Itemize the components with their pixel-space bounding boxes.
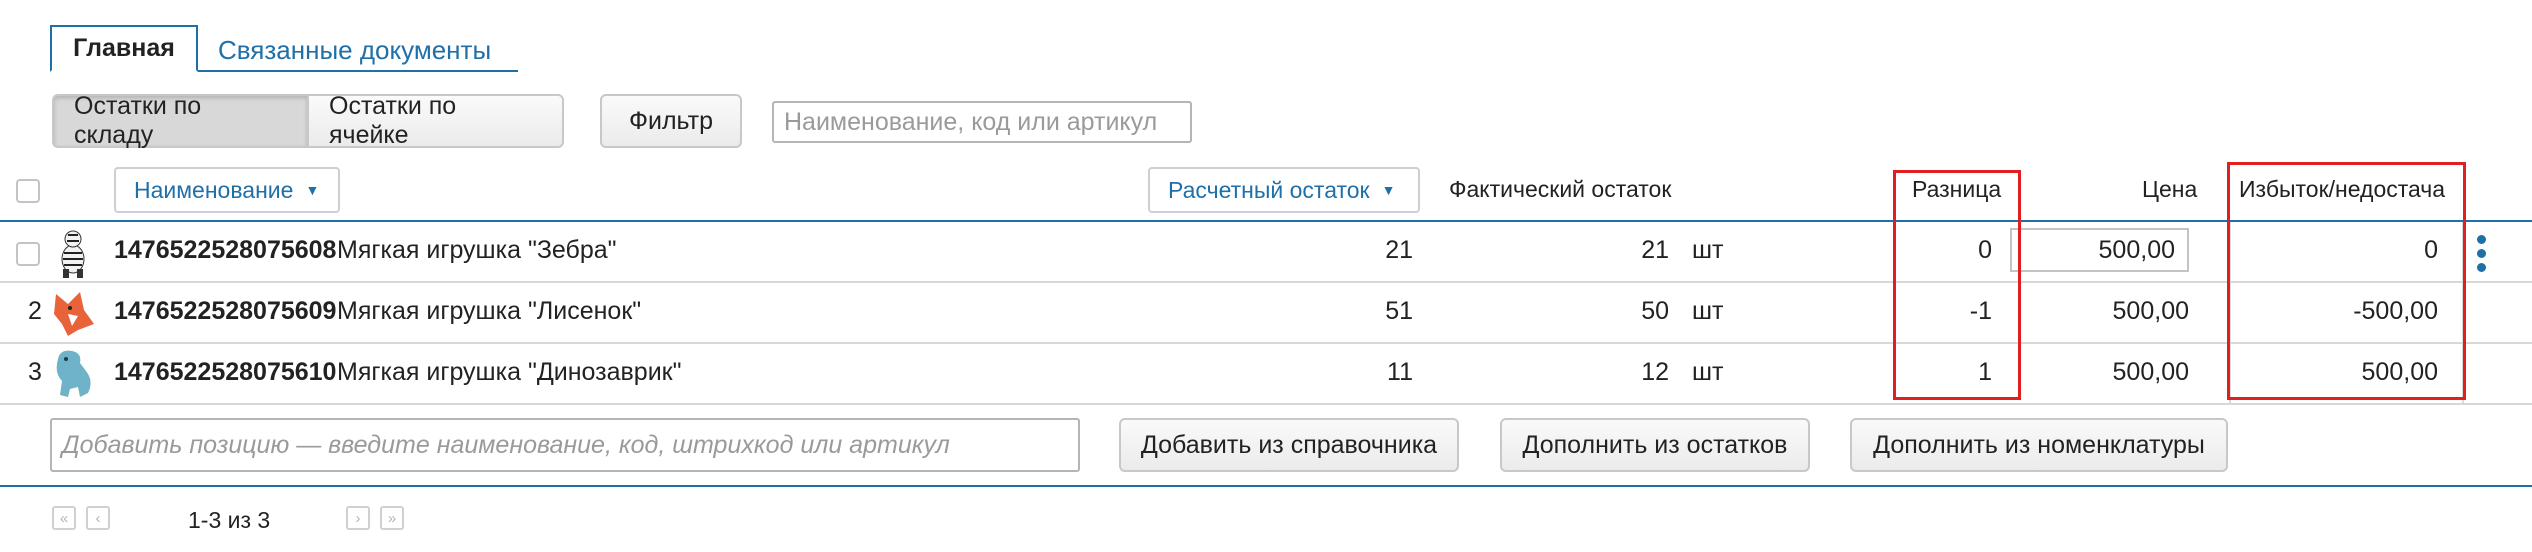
row-3-price[interactable]: 500,00 bbox=[2040, 342, 2189, 402]
zebra-toy-icon bbox=[61, 230, 85, 278]
row-1-name-link[interactable]: Мягкая игрушка "Зебра" bbox=[337, 220, 617, 280]
row-3-number: 3 bbox=[28, 357, 42, 386]
row-3-unit: шт bbox=[1692, 357, 1724, 386]
row-2-price[interactable]: 500,00 bbox=[2040, 281, 2189, 341]
search-input[interactable]: Наименование, код или артикул bbox=[772, 101, 1192, 143]
add-position-input[interactable]: Добавить позицию — введите наименование,… bbox=[50, 418, 1080, 472]
row-2-unit: шт bbox=[1692, 296, 1724, 325]
row-checkbox[interactable] bbox=[16, 242, 40, 266]
chevron-down-icon: ▼ bbox=[1381, 182, 1396, 198]
select-all-checkbox[interactable] bbox=[16, 179, 40, 203]
stock-by-cell-button[interactable]: Остатки по ячейке bbox=[307, 92, 564, 149]
next-page-icon[interactable]: › bbox=[346, 506, 370, 530]
tab-main[interactable]: Главная bbox=[50, 25, 198, 72]
row-1-price-input[interactable]: 500,00 bbox=[2010, 228, 2189, 272]
last-page-icon[interactable]: » bbox=[380, 506, 404, 530]
fill-from-stock-button[interactable]: Дополнить из остатков bbox=[1500, 418, 1810, 472]
sort-by-name-button[interactable]: Наименование ▼ bbox=[114, 167, 340, 213]
price-header: Цена bbox=[2142, 176, 2198, 202]
row-3-calc-stock: 11 bbox=[1387, 357, 1413, 386]
row-3-code: 1476522528075610 bbox=[114, 357, 337, 386]
first-page-icon[interactable]: « bbox=[52, 506, 76, 530]
row-1-actual-stock[interactable]: 21 bbox=[1560, 220, 1669, 280]
row-2-actual-stock[interactable]: 50 bbox=[1560, 281, 1669, 341]
row-divider bbox=[0, 403, 2532, 405]
row-3-name: Мягкая игрушка "Динозаврик" bbox=[337, 357, 682, 386]
sort-by-calc-stock-button[interactable]: Расчетный остаток ▼ bbox=[1148, 167, 1420, 213]
row-actions-menu-icon[interactable] bbox=[2477, 235, 2487, 277]
stock-by-warehouse-button[interactable]: Остатки по складу bbox=[52, 92, 307, 149]
chevron-down-icon: ▼ bbox=[305, 182, 320, 198]
calc-stock-header-label: Расчетный остаток bbox=[1168, 176, 1370, 203]
prev-page-icon[interactable]: ‹ bbox=[86, 506, 110, 530]
row-2-code: 1476522528075609 bbox=[114, 296, 337, 325]
actual-stock-header: Фактический остаток bbox=[1449, 176, 1672, 202]
filter-button[interactable]: Фильтр bbox=[600, 94, 742, 148]
surplus-highlight-box bbox=[2227, 162, 2466, 400]
view-toggle-group: Остатки по складу Остатки по ячейке bbox=[52, 92, 564, 149]
row-1-unit: шт bbox=[1692, 235, 1724, 264]
dino-toy-icon bbox=[56, 350, 91, 397]
row-2-calc-stock: 51 bbox=[1385, 296, 1413, 325]
difference-highlight-box bbox=[1893, 170, 2021, 400]
row-3-actual-stock[interactable]: 12 bbox=[1560, 342, 1669, 402]
add-from-directory-button[interactable]: Добавить из справочника bbox=[1119, 418, 1459, 472]
row-2-number: 2 bbox=[28, 296, 42, 325]
pager-range: 1-3 из 3 bbox=[188, 507, 271, 533]
tab-related-documents[interactable]: Связанные документы bbox=[218, 30, 491, 70]
row-1-calc-stock: 21 bbox=[1385, 235, 1413, 264]
table-footer-divider bbox=[0, 485, 2532, 487]
fox-toy-icon bbox=[54, 292, 94, 336]
name-header-label: Наименование bbox=[134, 176, 294, 203]
row-1-code: 1476522528075608 bbox=[114, 235, 337, 264]
row-2-name: Мягкая игрушка "Лисенок" bbox=[337, 296, 642, 325]
fill-from-nomenclature-button[interactable]: Дополнить из номенклатуры bbox=[1850, 418, 2228, 472]
